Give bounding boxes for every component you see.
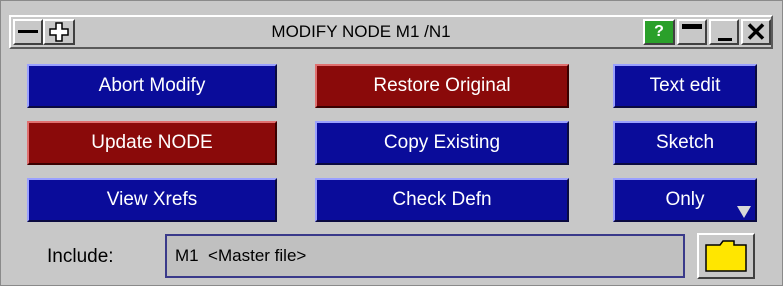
update-node-button[interactable]: Update NODE: [27, 121, 277, 165]
help-button[interactable]: ?: [643, 19, 675, 45]
collapse-button[interactable]: [13, 19, 43, 45]
minimize-icon: [682, 24, 702, 29]
check-defn-button[interactable]: Check Defn: [315, 178, 569, 222]
abort-modify-button[interactable]: Abort Modify: [27, 64, 277, 108]
maximize-button[interactable]: [709, 19, 739, 45]
copy-existing-button[interactable]: Copy Existing: [315, 121, 569, 165]
text-edit-button[interactable]: Text edit: [613, 64, 757, 108]
minimize-bar-icon: [18, 30, 38, 33]
window-title: MODIFY NODE M1 /N1: [271, 22, 451, 41]
move-button[interactable]: [43, 19, 75, 45]
restore-original-button[interactable]: Restore Original: [315, 64, 569, 108]
minimize-button[interactable]: [677, 19, 707, 45]
folder-icon: [705, 240, 747, 272]
view-xrefs-button[interactable]: View Xrefs: [27, 178, 277, 222]
title-bar[interactable]: MODIFY NODE M1 /N1 ? ✕: [9, 15, 773, 49]
close-button[interactable]: ✕: [741, 19, 771, 45]
folder-button[interactable]: [697, 233, 755, 279]
include-label: Include:: [47, 246, 114, 267]
move-cross-icon: [49, 22, 69, 42]
sketch-button[interactable]: Sketch: [613, 121, 757, 165]
include-field[interactable]: M1 <Master file>: [165, 234, 685, 278]
only-dropdown-button[interactable]: Only: [613, 178, 757, 222]
close-icon: ✕: [745, 17, 767, 47]
dropdown-arrow-icon: [737, 206, 751, 218]
modify-node-window: MODIFY NODE M1 /N1 ? ✕ Abort Modify Rest…: [0, 0, 783, 286]
only-label: Only: [665, 189, 705, 210]
maximize-icon: [718, 38, 732, 41]
